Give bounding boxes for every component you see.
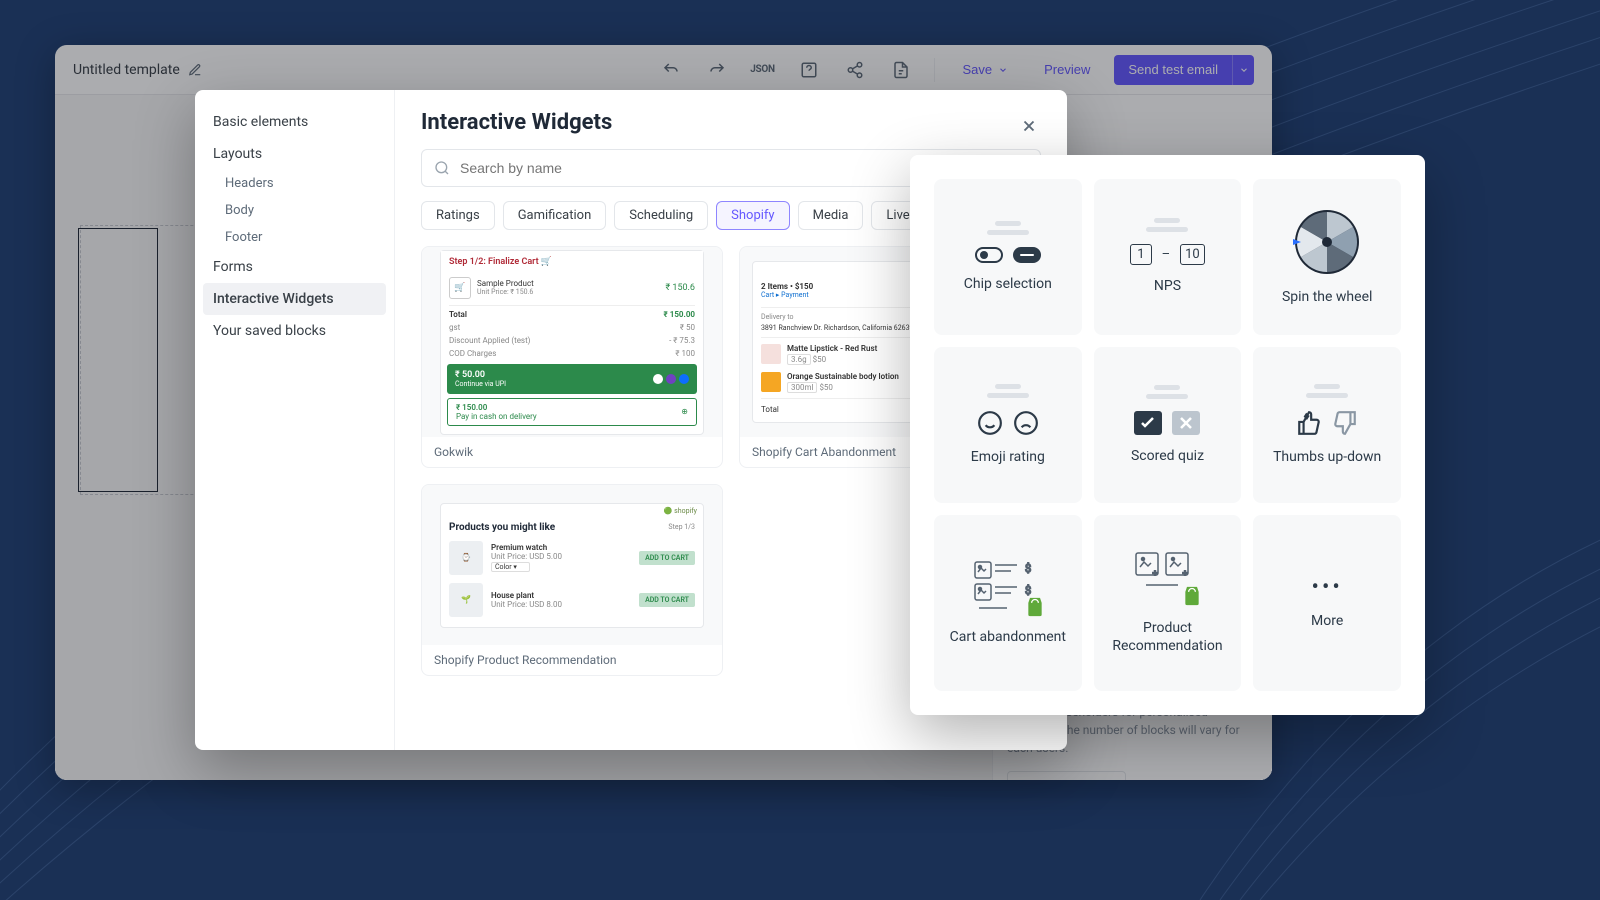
- chip-shopify[interactable]: Shopify: [716, 201, 789, 230]
- sidebar-item-saved[interactable]: Your saved blocks: [203, 315, 386, 347]
- thumbs-down-icon: [1332, 410, 1358, 436]
- shopify-bag-icon: [1182, 585, 1202, 607]
- nps-1-box: 1: [1130, 244, 1151, 265]
- sidebar-item-layouts[interactable]: Layouts: [203, 138, 386, 170]
- chip-on-icon: [975, 247, 1003, 263]
- modal-sidebar: Basic elements Layouts Headers Body Foot…: [195, 90, 395, 750]
- card-caption: Shopify Product Recommendation: [422, 645, 722, 675]
- chip-ratings[interactable]: Ratings: [421, 201, 495, 230]
- tile-more[interactable]: ••• More: [1253, 515, 1401, 691]
- search-icon: [434, 160, 450, 176]
- svg-text:$: $: [1025, 562, 1031, 575]
- sidebar-item-footer[interactable]: Footer: [203, 224, 386, 251]
- chip-gamification[interactable]: Gamification: [503, 201, 607, 230]
- tile-product-recommendation[interactable]: Product Recommendation: [1094, 515, 1242, 691]
- chip-media[interactable]: Media: [798, 201, 864, 230]
- sidebar-item-interactive[interactable]: Interactive Widgets: [203, 283, 386, 315]
- frown-icon: [1013, 410, 1039, 436]
- widget-tiles-panel: Chip selection 1 – 10 NPS: [910, 155, 1425, 715]
- sidebar-item-body[interactable]: Body: [203, 197, 386, 224]
- more-icon: •••: [1312, 575, 1343, 600]
- tile-chip-selection[interactable]: Chip selection: [934, 179, 1082, 335]
- tile-scored-quiz[interactable]: Scored quiz: [1094, 347, 1242, 503]
- sidebar-item-forms[interactable]: Forms: [203, 251, 386, 283]
- x-box-icon: [1172, 411, 1200, 435]
- check-box-icon: [1134, 411, 1162, 435]
- widget-card-gokwik[interactable]: Step 1/2: Finalize Cart 🛒 🛒Sample Produc…: [421, 246, 723, 468]
- shopify-bag-icon: [1025, 596, 1045, 618]
- close-icon[interactable]: [1015, 112, 1043, 140]
- nps-10-box: 10: [1180, 244, 1205, 265]
- sidebar-item-basic[interactable]: Basic elements: [203, 106, 386, 138]
- modal-title: Interactive Widgets: [421, 110, 1041, 135]
- tile-spin-wheel[interactable]: Spin the wheel: [1253, 179, 1401, 335]
- chip-scheduling[interactable]: Scheduling: [614, 201, 708, 230]
- tile-emoji-rating[interactable]: Emoji rating: [934, 347, 1082, 503]
- chip-off-icon: [1013, 247, 1041, 263]
- card-caption: Gokwik: [422, 437, 722, 467]
- wheel-icon: [1293, 208, 1361, 276]
- tile-cart-abandonment[interactable]: $ $ Cart abandonment: [934, 515, 1082, 691]
- sidebar-item-headers[interactable]: Headers: [203, 170, 386, 197]
- smile-icon: [977, 410, 1003, 436]
- thumbs-up-icon: [1296, 410, 1322, 436]
- widget-card-shopify-recomm[interactable]: 🟢 shopify Products you might like Step 1…: [421, 484, 723, 676]
- tile-thumbs[interactable]: Thumbs up-down: [1253, 347, 1401, 503]
- tile-nps[interactable]: 1 – 10 NPS: [1094, 179, 1242, 335]
